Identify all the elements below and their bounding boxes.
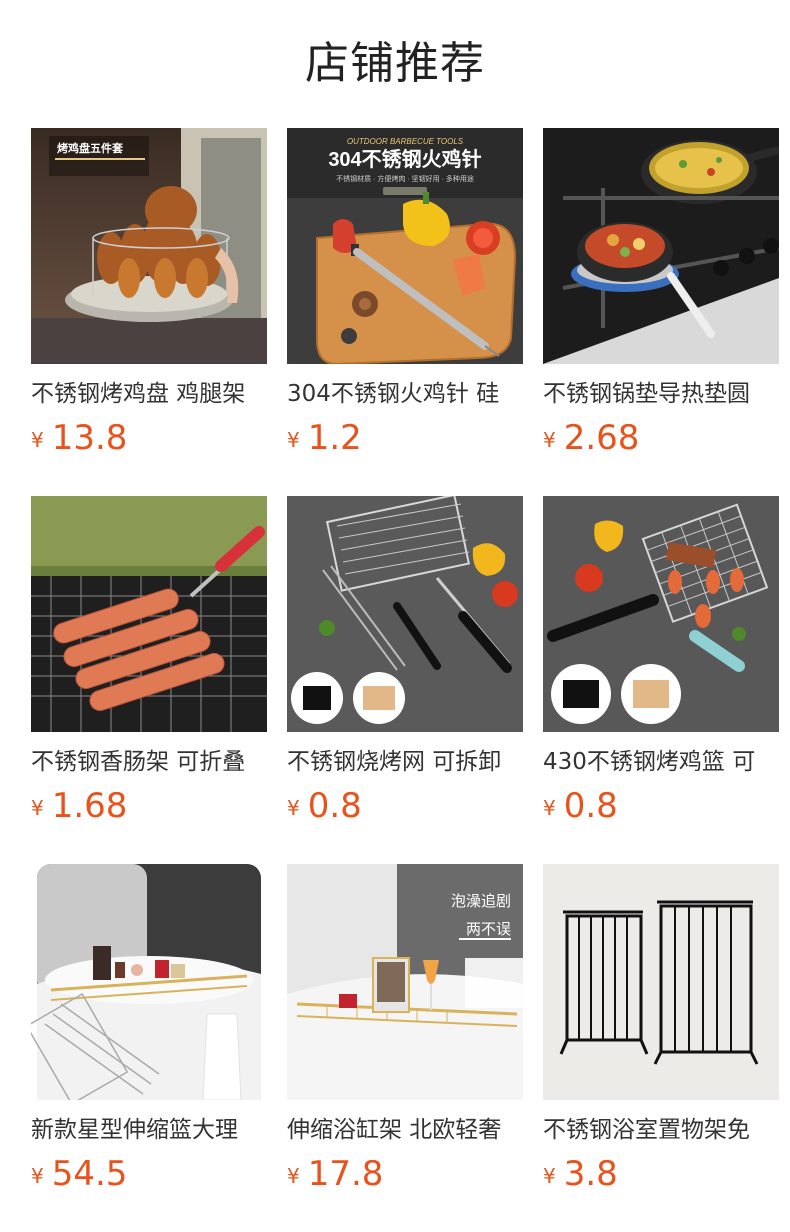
product-price: ¥17.8 [287,1152,383,1194]
product-card[interactable]: 不锈钢烧烤网 可拆卸 ¥0.8 [287,496,523,826]
currency-symbol: ¥ [287,796,300,820]
currency-symbol: ¥ [287,1164,300,1188]
image-banner: 烤鸡盘五件套 [57,141,124,155]
bathtub-caddy-photo[interactable] [31,864,267,1100]
product-price: ¥2.68 [543,416,639,458]
product-card[interactable]: 不锈钢香肠架 可折叠 ¥1.68 [31,496,267,826]
product-card[interactable]: 新款星型伸缩篮大理 ¥54.5 [31,864,267,1194]
image-banner: 304不锈钢火鸡针 [328,147,481,171]
turkey-baster-photo[interactable]: OUTDOOR BARBECUE TOOLS 304不锈钢火鸡针 不锈钢材质 ·… [287,128,523,364]
product-name[interactable]: 不锈钢香肠架 可折叠 [31,746,267,778]
grill-basket-2-photo[interactable] [543,496,779,732]
price-value: 13.8 [51,418,128,458]
grill-basket-photo[interactable] [287,496,523,732]
store-recommendations-page: 店铺推荐 烤鸡盘五件套 不锈钢烤鸡盘 鸡腿架 ¥ 13.8 OUTDOOR BA… [0,0,790,1232]
price-value: 0.8 [563,786,618,826]
price-value: 17.8 [307,1154,384,1194]
product-name[interactable]: 304不锈钢火鸡针 硅 [287,378,523,410]
product-card[interactable]: 430不锈钢烤鸡篮 可 ¥0.8 [543,496,779,826]
product-name[interactable]: 不锈钢锅垫导热垫圆 [543,378,779,410]
section-title: 店铺推荐 [305,38,485,89]
product-card[interactable]: 烤鸡盘五件套 不锈钢烤鸡盘 鸡腿架 ¥13.8 [31,128,267,458]
product-price: ¥54.5 [31,1152,127,1194]
currency-symbol: ¥ [31,796,44,820]
image-banner-sub: 两不误 [466,921,511,938]
currency-symbol: ¥ [543,1164,556,1188]
currency-symbol: ¥ [31,1164,44,1188]
product-card[interactable]: OUTDOOR BARBECUE TOOLS 304不锈钢火鸡针 不锈钢材质 ·… [287,128,523,458]
product-price: ¥13.8 [31,416,127,458]
product-price: ¥3.8 [543,1152,618,1194]
product-card[interactable]: 不锈钢浴室置物架免 ¥3.8 [543,864,779,1194]
product-price: ¥0.8 [287,784,362,826]
product-name[interactable]: 新款星型伸缩篮大理 [31,1114,267,1146]
bathtub-tray-photo[interactable]: 泡澡追剧 两不误 [287,864,523,1100]
price-value: 1.2 [307,418,362,458]
currency-symbol: ¥ [543,796,556,820]
currency-symbol: ¥ [287,428,300,452]
bathroom-shelf-photo[interactable] [543,864,779,1100]
product-name[interactable]: 不锈钢烤鸡盘 鸡腿架 [31,378,267,410]
stove-heat-diffuser-photo[interactable] [543,128,779,364]
product-card[interactable]: 泡澡追剧 两不误 伸缩浴缸架 北欧轻奢 ¥17.8 [287,864,523,1194]
price-value: 1.68 [51,786,128,826]
product-price: ¥1.68 [31,784,127,826]
product-name[interactable]: 伸缩浴缸架 北欧轻奢 [287,1114,523,1146]
chicken-roaster-photo[interactable]: 烤鸡盘五件套 [31,128,267,364]
currency-symbol: ¥ [543,428,556,452]
image-banner-top: OUTDOOR BARBECUE TOOLS [347,137,464,146]
product-price: ¥1.2 [287,416,362,458]
sausage-rack-photo[interactable] [31,496,267,732]
product-name[interactable]: 不锈钢烧烤网 可拆卸 [287,746,523,778]
product-name[interactable]: 430不锈钢烤鸡篮 可 [543,746,779,778]
price-value: 0.8 [307,786,362,826]
product-price: ¥0.8 [543,784,618,826]
image-banner: 泡澡追剧 [451,893,511,910]
currency-symbol: ¥ [31,428,44,452]
image-banner-sub: 不锈钢材质 · 方便烤肉 · 坚韧好用 · 多种用途 [336,174,474,183]
price-value: 2.68 [563,418,640,458]
product-card[interactable]: 不锈钢锅垫导热垫圆 ¥2.68 [543,128,779,458]
product-name[interactable]: 不锈钢浴室置物架免 [543,1114,779,1146]
price-value: 54.5 [51,1154,128,1194]
price-value: 3.8 [563,1154,618,1194]
